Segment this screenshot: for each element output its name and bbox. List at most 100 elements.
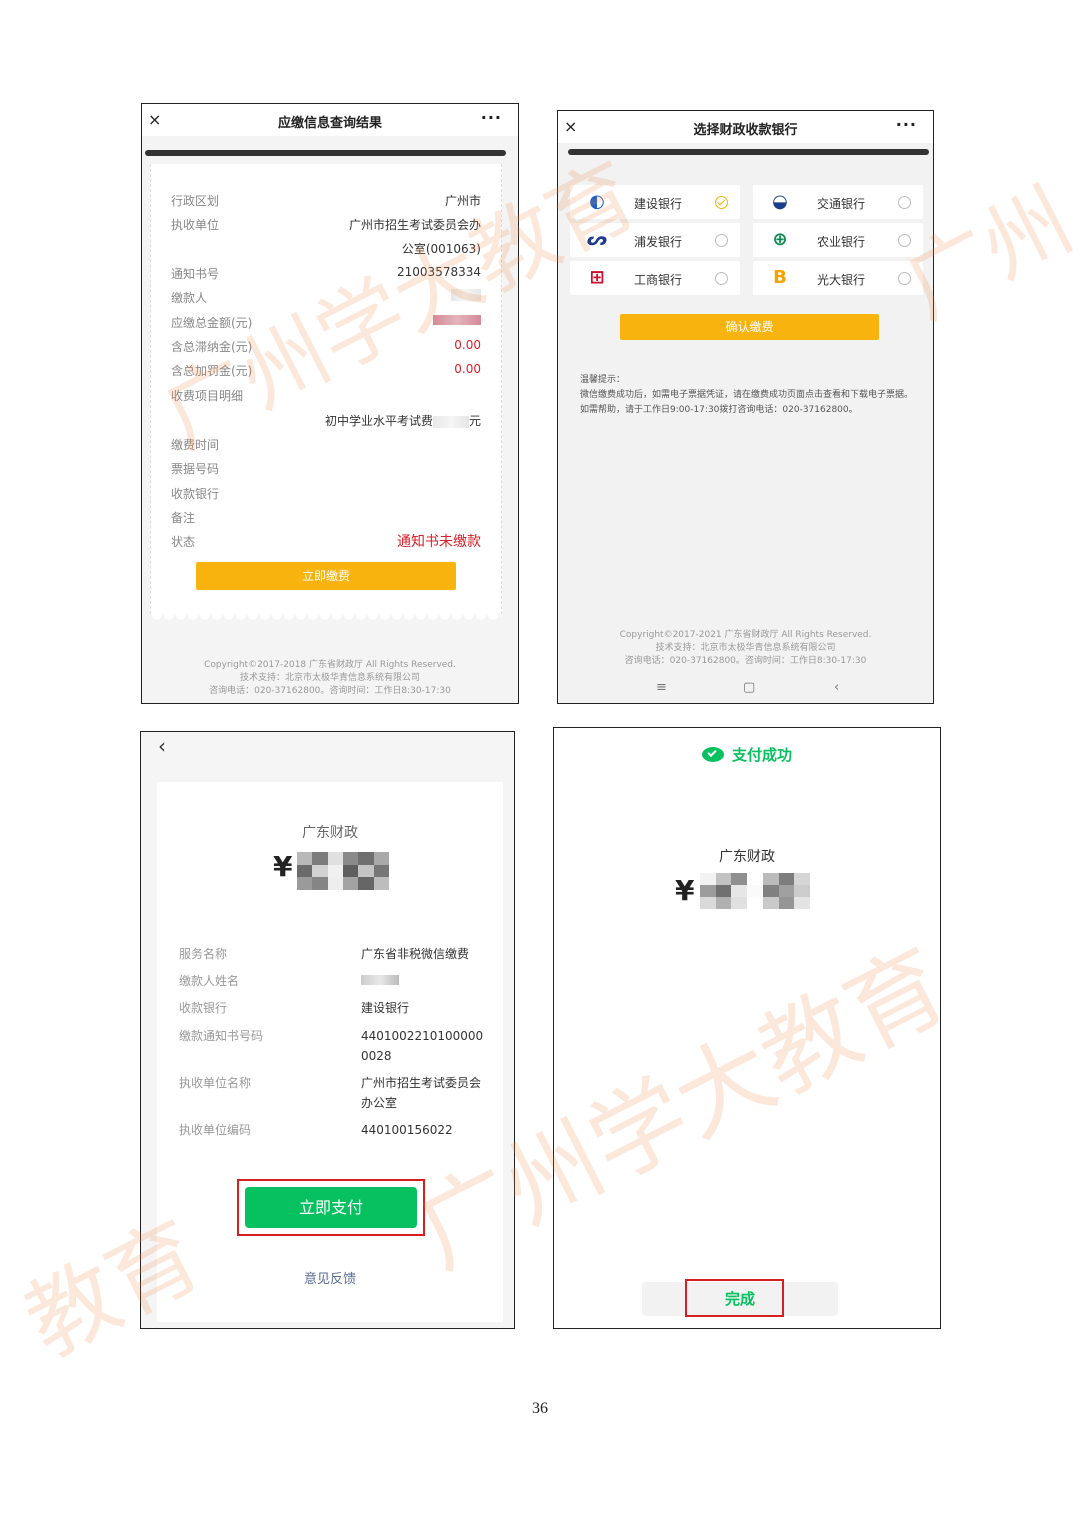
row-value: 广东省非税微信缴费 [361, 947, 470, 961]
row-value: 4401002210100000 0028 [361, 1029, 484, 1063]
row-label: 通知书号 [171, 267, 220, 281]
pay-now-button[interactable]: 立即缴费 [196, 562, 456, 590]
payment-card: 广东财政 ¥ 服务名称 广东省非税微信缴费 缴款人姓名 收款银行 建设银行 缴款通知… [157, 782, 503, 1322]
row-value: 广州市招生考试委员会办公室 [361, 1076, 482, 1110]
row-label: 执收单位编码 [179, 1123, 252, 1137]
receipt-printer-slot [568, 149, 929, 155]
merchant-name: 广东财政 [302, 825, 358, 841]
bank-name: 农业银行 [817, 235, 866, 249]
row-label: 含总滞纳金(元) [171, 340, 253, 354]
status-badge: 通知书未缴款 [397, 534, 481, 550]
title-bar: × 应缴信息查询结果 ··· [142, 104, 518, 136]
document-page: × 应缴信息查询结果 ··· 行政区划 广州市 执收单位 广州市招生考试委员会办 公… [0, 0, 1080, 1528]
row-label: 服务名称 [179, 947, 228, 961]
bank-name: 工商银行 [634, 273, 683, 287]
row-value: 21003578334 [397, 265, 481, 279]
query-result-screen: × 应缴信息查询结果 ··· 行政区划 广州市 执收单位 广州市招生考试委员会办 公… [141, 103, 519, 704]
bank-name: 光大银行 [817, 273, 866, 287]
currency-symbol: ¥ [675, 874, 695, 907]
row-value: 建设银行 [361, 1001, 410, 1015]
bank-option-ceb[interactable]: B 光大银行 [753, 261, 923, 295]
feedback-link[interactable]: 意见反馈 [157, 1268, 503, 1287]
bank-option-abc[interactable]: ⊕ 农业银行 [753, 223, 923, 257]
back-icon[interactable]: ‹ [834, 680, 839, 695]
row-value: 公室(001063) [401, 242, 481, 256]
copyright-footer: Copyright©2017-2018 广东省财政厅 All Rights Re… [204, 660, 456, 696]
currency-symbol: ¥ [273, 850, 293, 883]
ceb-logo-icon: B [773, 267, 787, 288]
row-label: 状态 [171, 535, 196, 549]
title-bar: × 选择财政收款银行 ··· [558, 111, 933, 143]
merchant-name: 广东财政 [719, 849, 775, 865]
ccb-logo-icon: ◐ [589, 191, 605, 212]
row-value: 广州市招生考试委员会办 [348, 218, 481, 232]
page-title: 选择财政收款银行 [693, 123, 798, 138]
amount-redacted-mosaic [297, 852, 389, 890]
highlight-box [685, 1279, 784, 1317]
bank-name: 建设银行 [634, 197, 683, 211]
row-label: 执收单位 [171, 218, 220, 232]
row-label: 收款银行 [179, 1001, 228, 1015]
menu-icon[interactable]: ≡ [656, 680, 667, 695]
bank-option-icbc[interactable]: ⊞ 工商银行 [570, 261, 740, 295]
row-value: 广州市 [444, 194, 481, 208]
bank-name: 交通银行 [817, 197, 866, 211]
radio-icon[interactable] [898, 272, 911, 285]
row-value: 0.00 [454, 362, 481, 376]
bank-option-bocom[interactable]: ◒ 交通银行 [753, 185, 923, 219]
total-amount-redacted [433, 314, 481, 328]
pay-now-button[interactable]: 立即支付 [245, 1187, 417, 1228]
icbc-logo-icon: ⊞ [589, 267, 605, 288]
bank-select-screen: × 选择财政收款银行 ··· ◐ 建设银行 ◒ 交通银行 ᔕ 浦发银行 ⊕ 农业… [557, 110, 934, 704]
success-header: 支付成功 [554, 744, 940, 765]
row-label: 收费项目明细 [171, 389, 244, 403]
radio-icon[interactable] [715, 272, 728, 285]
row-label: 缴款人 [171, 291, 208, 305]
amount-redacted-mosaic [700, 873, 810, 909]
row-label: 缴款通知书号码 [179, 1029, 264, 1043]
success-text: 支付成功 [731, 746, 792, 764]
more-icon[interactable]: ··· [896, 115, 917, 134]
bank-option-ccb[interactable]: ◐ 建设银行 [570, 185, 740, 219]
abc-logo-icon: ⊕ [772, 229, 788, 250]
spdb-logo-icon: ᔕ [586, 229, 608, 250]
radio-icon[interactable] [715, 234, 728, 247]
row-label: 含总加罚金(元) [171, 364, 253, 378]
receipt-card: 行政区划 广州市 执收单位 广州市招生考试委员会办 公室(001063) 通知书号 2… [150, 164, 502, 622]
wechat-pay-confirm-screen: ‹ 广东财政 ¥ 服务名称 广东省非税微信缴费 缴款人姓名 收款银行 建设银行 缴款… [140, 731, 515, 1329]
row-value: 0.00 [454, 338, 481, 352]
selected-radio-icon[interactable] [715, 196, 728, 209]
row-label: 收款银行 [171, 487, 220, 501]
tips-body: 微信缴费成功后，如需电子票据凭证，请在缴费成功页面点击查看和下载电子票据。如需帮… [580, 390, 914, 415]
radio-icon[interactable] [898, 234, 911, 247]
row-label: 行政区划 [171, 194, 220, 208]
row-value: 440100156022 [361, 1123, 453, 1137]
row-label: 缴款人姓名 [179, 974, 240, 988]
fee-item-name: 初中学业水平考试费 [324, 414, 433, 428]
home-icon[interactable]: ▢ [743, 680, 755, 695]
bank-option-spdb[interactable]: ᔕ 浦发银行 [570, 223, 740, 257]
row-label: 执收单位名称 [179, 1076, 252, 1090]
bank-name: 浦发银行 [634, 235, 683, 249]
payer-name-redacted [451, 289, 481, 304]
back-icon[interactable]: ‹ [158, 734, 166, 758]
fee-amount-redacted [432, 415, 469, 428]
confirm-pay-button[interactable]: 确认缴费 [620, 314, 879, 340]
row-label: 备注 [171, 511, 196, 525]
wechat-pay-icon [701, 747, 724, 762]
row-label: 票据号码 [171, 462, 220, 476]
payer-name-redacted [361, 971, 487, 991]
payment-success-screen: 支付成功 广东财政 ¥ 完成 [553, 727, 941, 1329]
radio-icon[interactable] [898, 196, 911, 209]
tips-title: 温馨提示： [580, 375, 626, 385]
receipt-printer-slot [145, 150, 506, 156]
android-nav-bar: ≡ ▢ ‹ [558, 675, 933, 703]
page-number: 36 [532, 1400, 548, 1417]
page-title: 应缴信息查询结果 [277, 116, 382, 131]
fee-unit: 元 [468, 414, 481, 428]
row-label: 缴费时间 [171, 438, 220, 452]
row-label: 应缴总金额(元) [171, 316, 253, 330]
copyright-footer: Copyright©2017-2021 广东省财政厅 All Rights Re… [619, 630, 872, 666]
more-icon[interactable]: ··· [481, 108, 502, 127]
tips-box: 温馨提示： 微信缴费成功后，如需电子票据凭证，请在缴费成功页面点击查看和下载电子… [580, 373, 920, 418]
